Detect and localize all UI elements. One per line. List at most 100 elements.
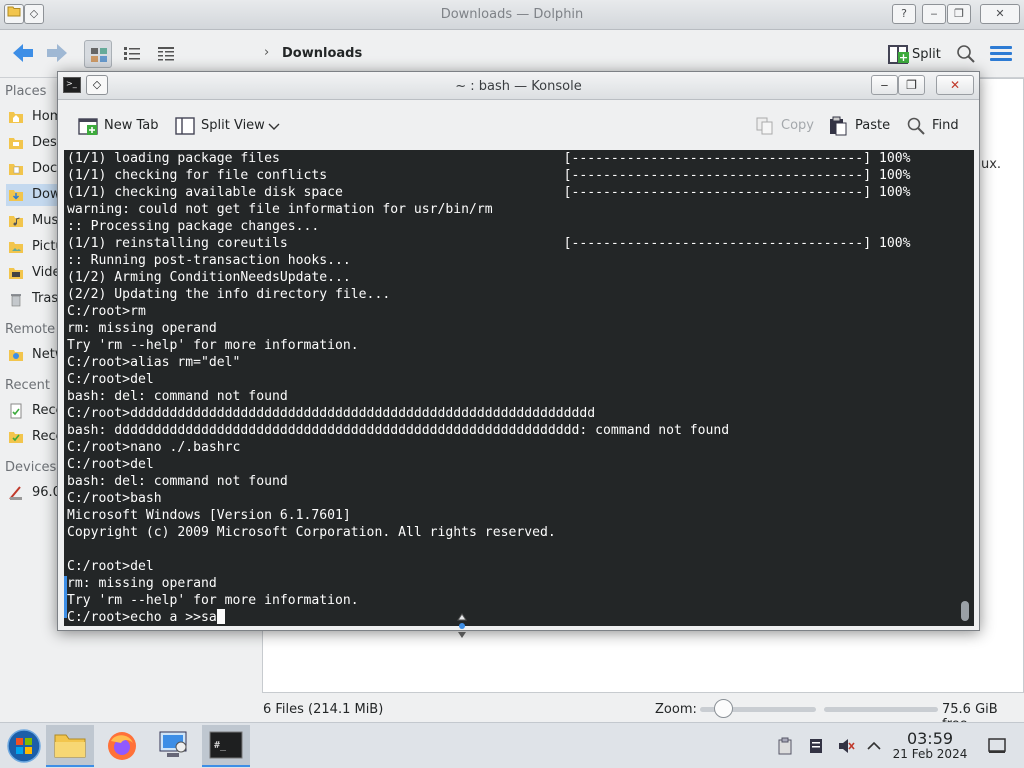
clock-date: 21 Feb 2024 [892,747,968,761]
zoom-label: Zoom: [655,702,697,717]
terminal-line: (1/1) checking available disk space [---… [67,185,911,200]
icons-view-button[interactable] [84,40,112,68]
konsole-titlebar[interactable]: >_ ◇ ~ : bash — Konsole ‒ ❐ ✕ [58,72,979,100]
konsole-title: ~ : bash — Konsole [455,79,582,94]
remote-heading: Remote [5,322,56,337]
breadcrumb-downloads[interactable]: Downloads [282,46,362,61]
new-tab-label: New Tab [104,118,159,133]
terminal-line: C:/root>dddddddddddddddddddddddddddddddd… [67,406,596,421]
trash-icon [11,294,21,307]
desktop-folder-icon [9,138,23,149]
file-view-partial-text: ux. [981,157,1002,172]
terminal-line: C:/root>alias rm="del" [67,355,241,370]
terminal-line: (2/2) Updating the info directory file..… [67,287,391,302]
minimize-button[interactable]: ‒ [922,4,946,24]
recent-locations-icon [9,432,23,443]
computer-settings-icon [159,731,187,757]
terminal-line: C:/root>bash [67,491,162,506]
help-button[interactable]: ? [892,4,916,24]
copy-button[interactable]: Copy [755,115,814,137]
split-view-icon [175,117,195,135]
paste-label: Paste [855,118,891,133]
zoom-slider-handle[interactable] [714,699,734,718]
documents-folder-icon [9,164,23,175]
terminal-cursor [216,609,225,624]
icons-view-icon [91,48,107,62]
taskbar-system-settings[interactable] [150,725,198,767]
close-button[interactable]: ✕ [936,75,974,95]
taskbar-file-manager[interactable] [46,725,94,767]
konsole-toolbar: New Tab Split View Copy Paste Find [58,101,979,149]
terminal-prompt-line[interactable]: C:/root>echo a >>sa [67,609,911,626]
terminal-line: (1/1) loading package files [-----------… [67,151,911,166]
dolphin-title: Downloads — Dolphin [440,7,584,22]
back-arrow-icon[interactable] [10,42,36,66]
copy-icon [756,117,773,135]
close-button[interactable]: ✕ [980,4,1020,24]
compact-view-icon [124,47,140,60]
start-orb-icon [7,729,41,763]
forward-arrow-icon[interactable] [44,42,70,66]
home-folder-icon [9,112,23,123]
clock-time: 03:59 [906,729,954,748]
taskbar-konsole[interactable]: #_ [202,725,250,767]
network-folder-icon [9,350,23,361]
pictures-folder-icon [9,242,23,253]
konsole-window: >_ ◇ ~ : bash — Konsole ‒ ❐ ✕ New Tab Sp… [57,71,980,638]
folder-icon [54,734,86,758]
terminal-line: C:/root>del [67,559,154,574]
terminal-line: Copyright (c) 2009 Microsoft Corporation… [67,525,556,540]
taskbar: #_ 03:59 21 Feb 2024 [0,722,1024,768]
paste-button[interactable]: Paste [828,115,890,137]
split-view-button[interactable]: Split View [175,115,265,137]
find-label: Find [932,118,959,133]
taskbar-firefox[interactable] [98,725,146,767]
downloads-folder-icon [9,190,23,201]
videos-folder-icon [9,268,23,279]
compact-view-button[interactable] [118,40,146,68]
start-menu-button[interactable] [0,725,48,767]
terminal-line: rm: missing operand [67,321,217,336]
copy-label: Copy [781,118,814,133]
details-view-button[interactable] [152,40,180,68]
terminal-line: :: Running post-transaction hooks... [67,253,351,268]
chevron-up-icon[interactable] [865,737,883,755]
clipboard-tray-icon[interactable] [776,737,794,755]
new-tab-button[interactable]: New Tab [78,115,159,137]
maximize-button[interactable]: ❐ [947,4,971,24]
details-view-icon [158,47,174,61]
split-view-dropdown[interactable] [268,115,282,137]
terminal-line: warning: could not get file information … [67,202,493,217]
recent-heading: Recent [5,378,50,393]
minimize-button[interactable]: ‒ [871,75,898,95]
split-label: Split [912,47,941,62]
firefox-icon [108,732,136,760]
terminal-line: Microsoft Windows [Version 6.1.7601] [67,508,351,523]
terminal-line: C:/root>del [67,372,154,387]
terminal-output: (1/1) loading package files [-----------… [67,150,911,626]
hard-drive-icon [9,486,22,500]
terminal-view[interactable]: (1/1) loading package files [-----------… [64,150,974,626]
dolphin-statusbar: 6 Files (214.1 MiB) Zoom: 75.6 GiB free [0,696,1024,732]
maximize-button[interactable]: ❐ [898,75,925,95]
places-heading: Places [5,84,47,99]
notes-tray-icon[interactable] [807,737,825,755]
terminal-line: C:/root>del [67,457,154,472]
terminal-line: C:/root>rm [67,304,146,319]
search-icon[interactable] [956,44,976,64]
show-desktop-icon[interactable] [988,737,1006,755]
search-icon [907,117,925,135]
split-resize-handle-icon[interactable] [456,613,468,639]
hamburger-menu-icon[interactable] [990,46,1012,62]
devices-heading: Devices [5,460,57,475]
volume-muted-icon[interactable] [837,737,855,755]
terminal-scrollbar[interactable] [961,601,969,621]
clock[interactable]: 03:59 21 Feb 2024 [890,729,970,761]
music-folder-icon [9,216,23,227]
terminal-line: C:/root>nano ./.bashrc [67,440,241,455]
find-button[interactable]: Find [906,115,959,137]
terminal-line: Try 'rm --help' for more information. [67,593,359,608]
dolphin-titlebar[interactable]: ◇ Downloads — Dolphin ? ‒ ❐ ✕ [0,0,1024,30]
split-button[interactable]: + Split [886,42,941,68]
